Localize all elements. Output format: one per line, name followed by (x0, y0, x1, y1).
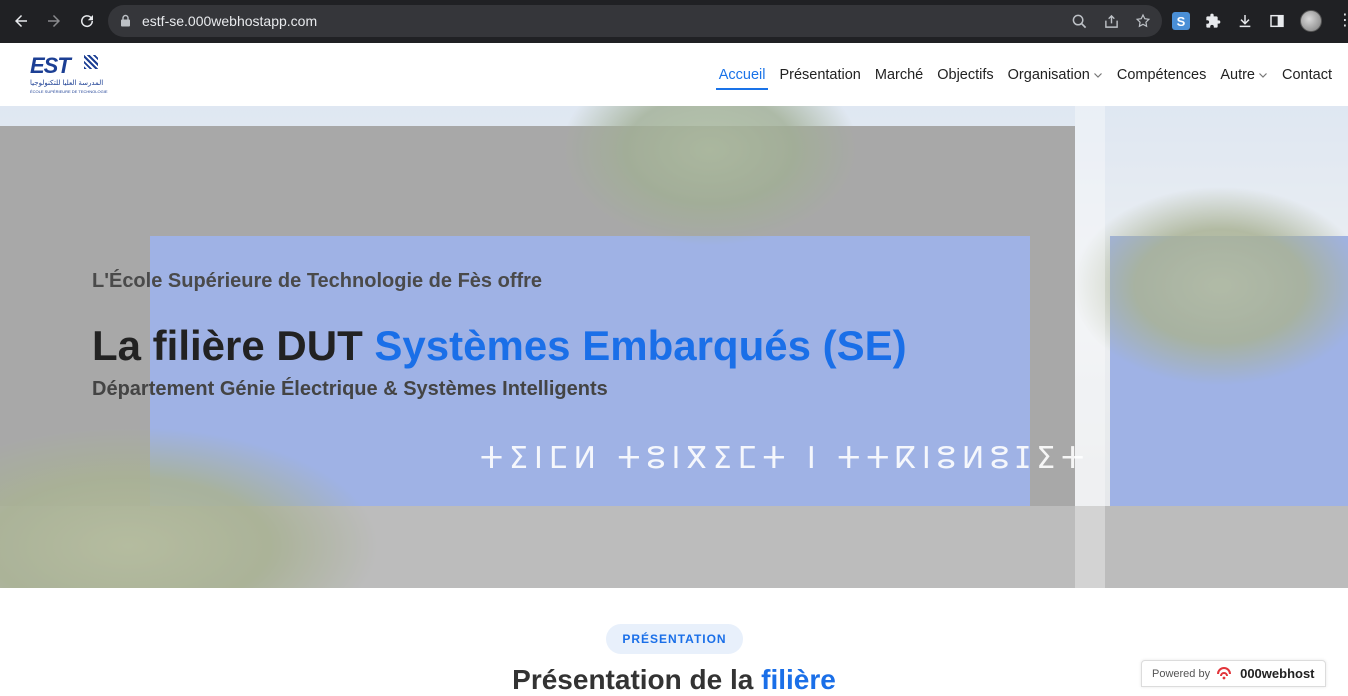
000webhost-logo-icon (1216, 666, 1234, 681)
arrow-right-icon (48, 15, 60, 27)
arrow-left-icon (15, 15, 27, 27)
hero-banner: ⵜⵉⵏⵎⵍ ⵜⵓⵏⴳⵉⵎⵜ ⵏ ⵜⵜⴽⵏⵓⵍⵓⵊⵉⵜ L'École Supér… (0, 106, 1348, 588)
nav-item-label: Contact (1282, 66, 1332, 83)
hero-title-prefix: La filière DUT (92, 322, 375, 369)
section-badge: PRÉSENTATION (606, 624, 743, 654)
nav-item-marche[interactable]: Marché (875, 43, 923, 106)
extension-s-icon[interactable]: S (1172, 12, 1190, 30)
hero-title-highlight: Systèmes Embarqués (SE) (374, 322, 907, 369)
nav-item-autre[interactable]: Autre (1220, 43, 1268, 106)
nav-item-label: Autre (1220, 66, 1256, 83)
forward-button[interactable] (41, 8, 67, 34)
reload-icon (81, 15, 94, 28)
browser-toolbar: estf-se.000webhostapp.com S ⋮ (0, 0, 1348, 43)
chevron-down-icon (1259, 72, 1267, 78)
hero-title: La filière DUT Systèmes Embarqués (SE) (92, 322, 907, 370)
nav-item-accueil[interactable]: Accueil (715, 43, 769, 106)
address-bar[interactable]: estf-se.000webhostapp.com (108, 5, 1162, 37)
bookmark-star-icon[interactable] (1134, 12, 1152, 30)
nav-item-contact[interactable]: Contact (1282, 43, 1332, 106)
site-header: EST المدرسة العليا للتكنولوجيا ÉCOLE SUP… (0, 43, 1348, 106)
logo-text: EST (30, 53, 71, 78)
nav-item-label: Organisation (1007, 66, 1090, 83)
nav-item-organisation[interactable]: Organisation (1008, 43, 1103, 106)
nav-item-objectifs[interactable]: Objectifs (937, 43, 993, 106)
reload-button[interactable] (74, 8, 100, 34)
back-button[interactable] (8, 8, 34, 34)
extensions-puzzle-icon[interactable] (1204, 12, 1222, 30)
nav-item-label: Compétences (1116, 66, 1207, 83)
nav-item-label: Accueil (718, 66, 766, 83)
main-navigation: Accueil Présentation Marché Objectifs Organi… (715, 43, 1332, 106)
logo-subtitle: ÉCOLE SUPÉRIEURE DE TECHNOLOGIE (30, 89, 108, 94)
logo-arabic-text: المدرسة العليا للتكنولوجيا (30, 80, 104, 87)
download-icon[interactable] (1236, 12, 1254, 30)
nav-item-presentation[interactable]: Présentation (779, 43, 860, 106)
profile-avatar[interactable] (1300, 10, 1322, 32)
zoom-icon[interactable] (1070, 12, 1088, 30)
section-title-prefix: Présentation de la (512, 664, 762, 695)
section-title-highlight: filière (761, 664, 836, 695)
powered-by-badge[interactable]: Powered by 000webhost (1141, 660, 1326, 687)
side-panel-icon[interactable] (1268, 12, 1286, 30)
logo-grid-icon (84, 55, 98, 69)
lock-icon (120, 14, 131, 32)
more-options-icon[interactable]: ⋮ (1336, 12, 1348, 30)
nav-item-label: Présentation (779, 66, 861, 83)
est-logo[interactable]: EST المدرسة العليا للتكنولوجيا ÉCOLE SUP… (28, 53, 108, 97)
powered-by-text: Powered by (1152, 667, 1211, 680)
nav-item-label: Objectifs (937, 66, 994, 83)
powered-by-brand: 000webhost (1240, 666, 1315, 681)
hero-pretitle: L'École Supérieure de Technologie de Fès… (92, 270, 543, 292)
nav-item-competences[interactable]: Compétences (1117, 43, 1206, 106)
hero-image-seam (1075, 106, 1105, 588)
chevron-down-icon (1093, 72, 1102, 78)
share-icon[interactable] (1102, 12, 1120, 30)
url-text[interactable]: estf-se.000webhostapp.com (142, 13, 317, 29)
nav-item-label: Marché (874, 66, 924, 83)
hero-subtitle: Département Génie Électrique & Systèmes … (92, 378, 608, 400)
